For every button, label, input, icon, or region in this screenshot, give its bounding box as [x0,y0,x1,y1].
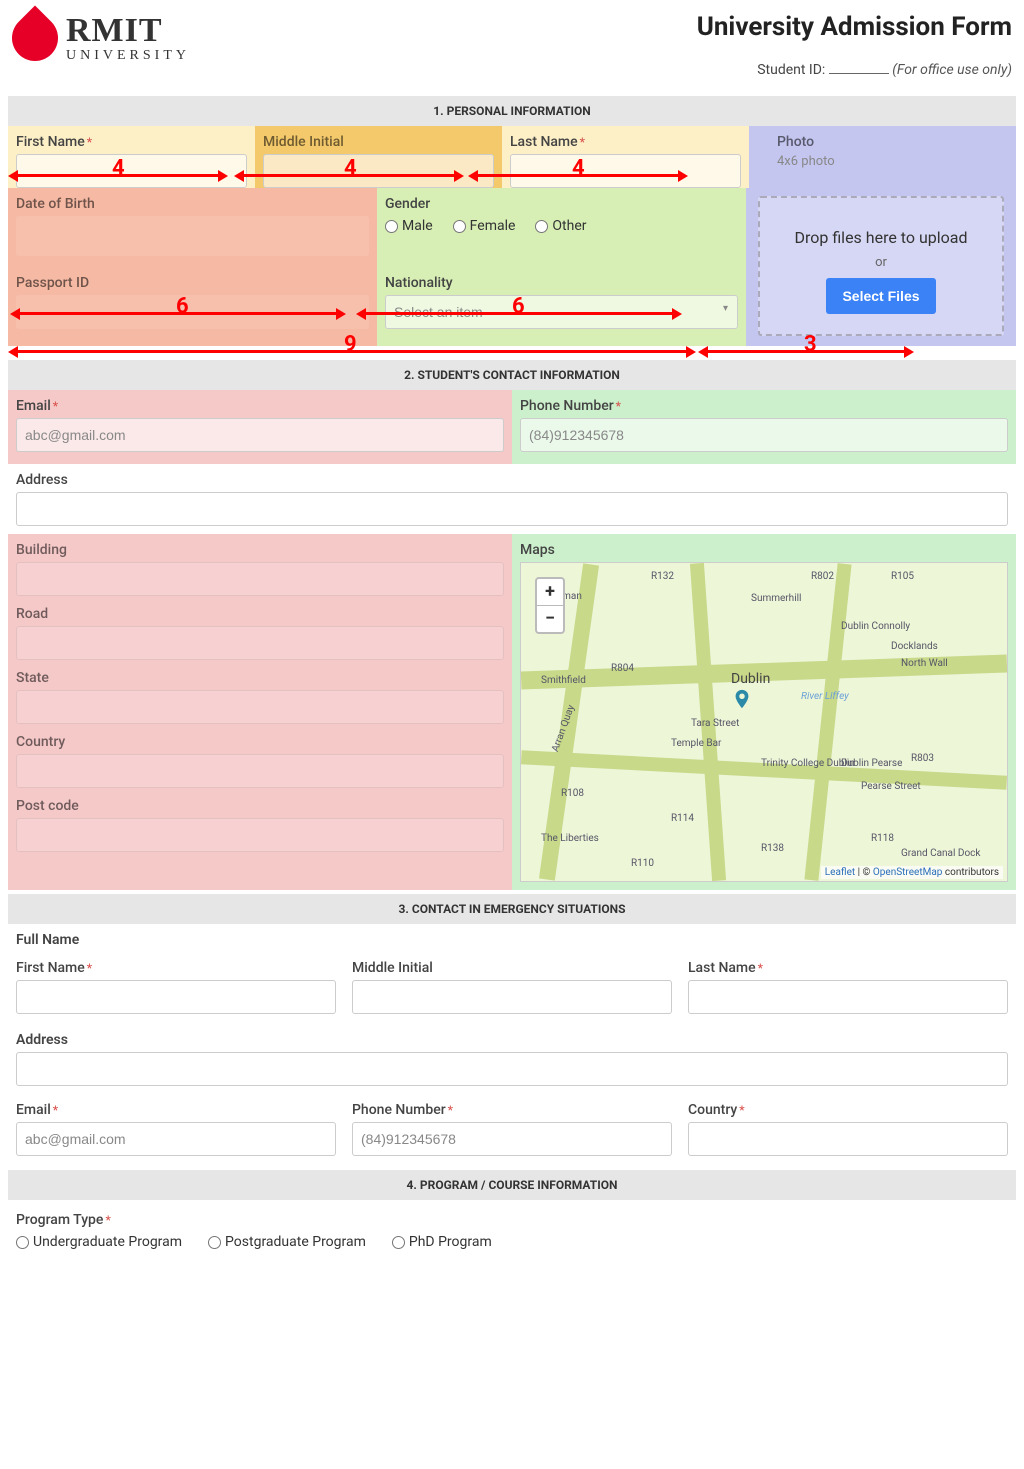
photo-label: Photo [777,134,1008,150]
dob-input[interactable] [16,216,369,256]
section-1-header: 1. PERSONAL INFORMATION [8,96,1016,126]
zoom-in-button[interactable]: + [537,579,563,605]
em-phone-input[interactable] [352,1122,672,1156]
program-phd[interactable]: PhD Program [392,1234,492,1250]
last-name-input[interactable] [510,154,741,188]
phone-label: Phone Number* [520,398,1008,414]
passport-label: Passport ID [16,275,369,291]
logo: RMIT UNIVERSITY [12,12,190,64]
osm-link[interactable]: OpenStreetMap [873,867,943,878]
program-undergrad[interactable]: Undergraduate Program [16,1234,182,1250]
em-phone-label: Phone Number* [352,1102,672,1118]
gender-other[interactable]: Other [535,218,586,234]
annotation-4c: 4 [568,156,589,181]
country-input[interactable] [16,754,504,788]
phone-input[interactable] [520,418,1008,452]
office-use-note: (For office use only) [892,62,1012,78]
building-input[interactable] [16,562,504,596]
dropzone-or: or [770,255,992,270]
em-address-label: Address [16,1032,1008,1048]
state-label: State [16,670,504,686]
student-id-note: Student ID: (For office use only) [697,62,1012,78]
address-input[interactable] [16,492,1008,526]
em-last-name-input[interactable] [688,980,1008,1014]
page-title: University Admission Form [697,12,1012,42]
logo-name: RMIT [66,12,190,50]
postcode-input[interactable] [16,818,504,852]
leaflet-link[interactable]: Leaflet [825,867,855,878]
gender-label: Gender [385,196,738,212]
section-4-header: 4. PROGRAM / COURSE INFORMATION [8,1170,1016,1200]
annotation-6a: 6 [172,294,193,319]
map-zoom: + − [535,577,565,634]
student-id-label: Student ID: [757,62,825,78]
section-3-header: 3. CONTACT IN EMERGENCY SITUATIONS [8,894,1016,924]
dropzone-text: Drop files here to upload [770,228,992,247]
middle-initial-label: Middle Initial [263,134,494,150]
zoom-out-button[interactable]: − [537,605,563,632]
map-attribution: Leaflet | © OpenStreetMap contributors [821,866,1003,879]
program-postgrad[interactable]: Postgraduate Program [208,1234,366,1250]
photo-dropzone[interactable]: Drop files here to upload or Select File… [758,196,1004,336]
address-label: Address [16,472,1008,488]
dob-label: Date of Birth [16,196,369,212]
em-country-input[interactable] [688,1122,1008,1156]
section-2-header: 2. STUDENT'S CONTACT INFORMATION [8,360,1016,390]
annotation-6b: 6 [508,294,529,319]
em-first-name-label: First Name* [16,960,336,976]
country-label: Country [16,734,504,750]
first-name-label: First Name* [16,134,247,150]
rmit-logo-icon [2,5,67,70]
select-files-button[interactable]: Select Files [826,278,935,314]
annotation-3: 3 [800,332,821,357]
map[interactable]: Dublin R132 R802 R105 Summerhill Dublin … [520,562,1008,882]
program-type-label: Program Type* [16,1212,1008,1228]
photo-hint: 4x6 photo [777,154,1008,169]
maps-label: Maps [520,542,1008,558]
fullname-label: Full Name [16,932,1008,948]
em-middle-input[interactable] [352,980,672,1014]
road-label: Road [16,606,504,622]
gender-female[interactable]: Female [453,218,516,234]
em-email-input[interactable] [16,1122,336,1156]
first-name-input[interactable] [16,154,247,188]
building-label: Building [16,542,504,558]
em-address-input[interactable] [16,1052,1008,1086]
em-country-label: Country* [688,1102,1008,1118]
state-input[interactable] [16,690,504,724]
postcode-label: Post code [16,798,504,814]
header: RMIT UNIVERSITY University Admission For… [8,12,1016,78]
email-label: Email* [16,398,504,414]
email-input[interactable] [16,418,504,452]
map-pin-icon [731,688,753,710]
annotation-4b: 4 [340,156,361,181]
gender-male[interactable]: Male [385,218,433,234]
em-last-name-label: Last Name* [688,960,1008,976]
annotation-9: 9 [340,332,361,357]
map-city-label: Dublin [731,671,770,687]
nationality-label: Nationality [385,275,738,291]
em-email-label: Email* [16,1102,336,1118]
em-first-name-input[interactable] [16,980,336,1014]
last-name-label: Last Name* [510,134,741,150]
logo-sub: UNIVERSITY [66,48,190,64]
em-middle-label: Middle Initial [352,960,672,976]
road-input[interactable] [16,626,504,660]
annotation-4a: 4 [108,156,129,181]
